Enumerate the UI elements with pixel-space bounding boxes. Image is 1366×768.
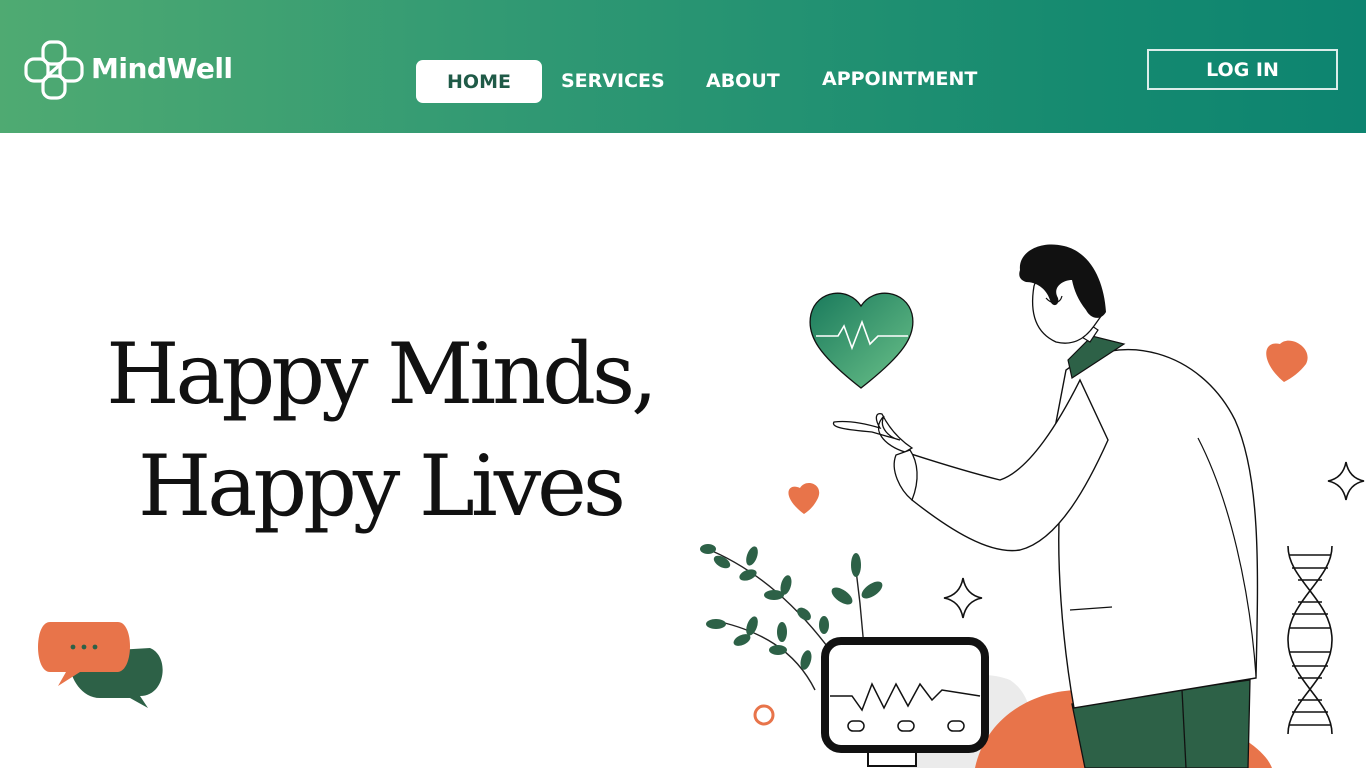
nav-services[interactable]: SERVICES: [561, 70, 665, 92]
brand-name[interactable]: MindWell: [91, 52, 233, 85]
dna-icon: [1287, 545, 1333, 735]
sparkle-icon: [1327, 461, 1365, 501]
chat-bubbles-icon: [38, 622, 163, 708]
nav-home[interactable]: HOME: [416, 60, 542, 103]
heart-icon: [1266, 340, 1308, 382]
doctor-illustration: [38, 244, 1365, 768]
clover-cross-logo-icon[interactable]: [24, 40, 84, 100]
login-button[interactable]: LOG IN: [1147, 49, 1338, 90]
nav-about[interactable]: ABOUT: [706, 70, 780, 92]
sparkle-icon: [943, 577, 983, 619]
site-header: MindWell HOME SERVICES ABOUT APPOINTMENT…: [0, 0, 1366, 133]
heart-monitor-icon: [809, 292, 914, 389]
heart-icon: [788, 483, 820, 514]
nav-appointment[interactable]: APPOINTMENT: [822, 68, 977, 90]
ecg-monitor-icon: [821, 637, 989, 767]
